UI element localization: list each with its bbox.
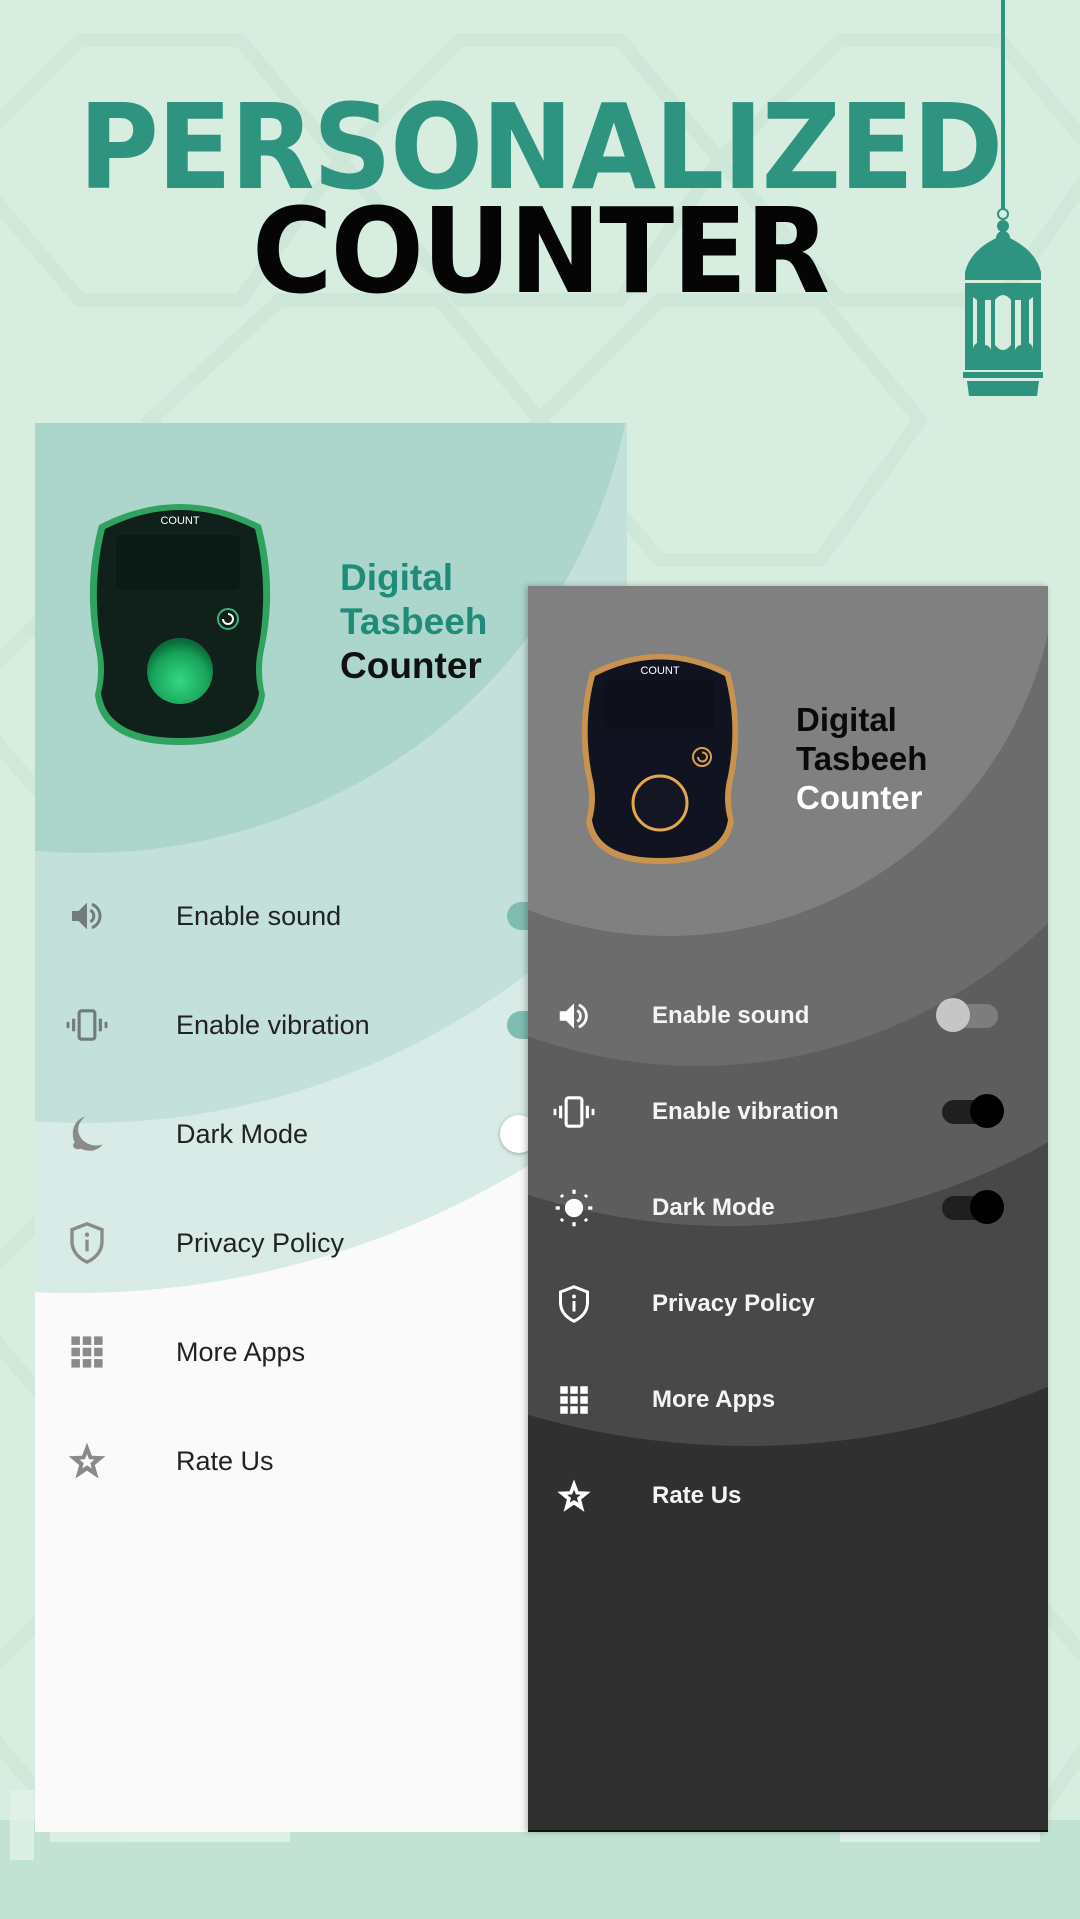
dark-mode-screen: COUNT Digital Tasbeeh Counter Enable sou…: [528, 586, 1048, 1832]
counter-device[interactable]: [79, 495, 281, 747]
brand-line-digital: Digital: [796, 701, 897, 738]
speaker-icon: [552, 994, 596, 1038]
brand-line-tasbeeh: Tasbeeh: [340, 601, 488, 642]
menu-label: More Apps: [176, 1336, 306, 1367]
brand-line-counter: Counter: [340, 645, 482, 686]
headline-counter: COUNTER: [251, 182, 830, 320]
brand-title: Digital Tasbeeh Counter: [340, 556, 487, 688]
menu-label: Privacy Policy: [176, 1227, 345, 1258]
menu-item-privacy-policy[interactable]: Privacy Policy: [528, 1269, 1048, 1339]
brand-line-tasbeeh: Tasbeeh: [796, 740, 928, 777]
device-count-label: COUNT: [160, 515, 200, 527]
menu-label: Privacy Policy: [652, 1290, 815, 1317]
menu-label: Enable vibration: [652, 1098, 839, 1125]
apps-grid-icon: [552, 1378, 596, 1422]
apps-grid-icon: [65, 1330, 109, 1374]
menu-label: Enable sound: [176, 900, 342, 931]
vibration-icon: [552, 1090, 596, 1134]
device-count-label: COUNT: [640, 665, 680, 677]
vibration-icon: [65, 1003, 109, 1047]
menu-item-more-apps[interactable]: More Apps: [528, 1365, 1048, 1435]
star-icon: [65, 1439, 109, 1483]
star-icon: [552, 1474, 596, 1518]
shield-info-icon: [65, 1221, 109, 1265]
brand-line-digital: Digital: [340, 557, 454, 598]
speaker-icon: [65, 894, 109, 938]
moon-icon: [65, 1112, 109, 1156]
menu-item-enable-vibration[interactable]: Enable vibration: [528, 1077, 1048, 1147]
menu-label: Rate Us: [176, 1445, 274, 1476]
menu-label: More Apps: [652, 1386, 776, 1413]
menu-label: Enable vibration: [176, 1009, 370, 1040]
menu-label: Dark Mode: [176, 1118, 309, 1149]
counter-device[interactable]: [572, 646, 748, 866]
menu-label: Enable sound: [652, 1002, 810, 1029]
brand-line-counter: Counter: [796, 779, 923, 816]
lantern-icon: [963, 0, 1043, 396]
menu-item-enable-sound[interactable]: Enable sound: [528, 981, 1048, 1051]
menu-label: Rate Us: [652, 1482, 742, 1509]
menu-item-rate-us[interactable]: Rate Us: [528, 1461, 1048, 1531]
menu-label: Dark Mode: [652, 1194, 775, 1221]
shield-info-icon: [552, 1282, 596, 1326]
brand-title: Digital Tasbeeh Counter: [796, 700, 927, 817]
sun-icon: [552, 1186, 596, 1230]
menu-item-dark-mode[interactable]: Dark Mode: [528, 1173, 1048, 1243]
